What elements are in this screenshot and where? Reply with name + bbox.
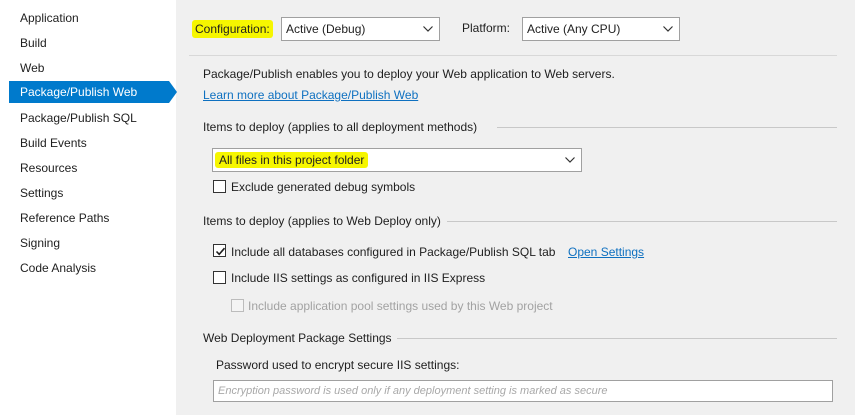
include-app-pool-label: Include application pool settings used b… (248, 299, 553, 313)
sidebar-item-code-analysis[interactable]: Code Analysis (9, 257, 169, 279)
sidebar-item-package-publish-sql[interactable]: Package/Publish SQL (9, 107, 169, 129)
active-item-pointer (169, 81, 177, 103)
intro-description: Package/Publish enables you to deploy yo… (203, 67, 615, 81)
include-iis-settings-label: Include IIS settings as configured in II… (231, 271, 486, 285)
chevron-down-icon (423, 18, 433, 40)
sidebar-item-settings[interactable]: Settings (9, 182, 169, 204)
header-divider (189, 55, 837, 56)
exclude-debug-symbols-label: Exclude generated debug symbols (231, 180, 416, 194)
sidebar-item-build-events[interactable]: Build Events (9, 132, 169, 154)
platform-label: Platform: (462, 21, 511, 35)
package-settings-heading: Web Deployment Package Settings (203, 331, 392, 345)
items-all-divider (497, 127, 837, 128)
items-to-deploy-value: All files in this project folder (215, 152, 369, 168)
platform-value: Active (Any CPU) (527, 22, 621, 36)
chevron-down-icon (565, 149, 575, 171)
sidebar-item-package-publish-web[interactable]: Package/Publish Web (9, 81, 169, 103)
sidebar-item-application[interactable]: Application (9, 7, 169, 29)
configuration-label: Configuration: (192, 20, 273, 38)
platform-dropdown[interactable]: Active (Any CPU) (522, 17, 680, 41)
include-iis-settings-checkbox[interactable] (213, 271, 226, 284)
sidebar-item-web[interactable]: Web (9, 57, 169, 79)
sidebar-item-build[interactable]: Build (9, 32, 169, 54)
include-databases-label: Include all databases configured in Pack… (231, 245, 556, 259)
items-webdeploy-divider (447, 221, 837, 222)
chevron-down-icon (663, 18, 673, 40)
items-webdeploy-heading: Items to deploy (applies to Web Deploy o… (203, 214, 441, 228)
package-settings-divider (397, 338, 837, 339)
learn-more-link[interactable]: Learn more about Package/Publish Web (203, 88, 418, 102)
items-to-deploy-dropdown[interactable]: All files in this project folder (212, 148, 582, 172)
project-properties-sidebar: Application Build Web Package/Publish We… (0, 0, 177, 415)
configuration-dropdown[interactable]: Active (Debug) (281, 17, 440, 41)
package-publish-web-pane: Configuration: Active (Debug) Platform: … (177, 0, 855, 415)
items-all-heading: Items to deploy (applies to all deployme… (203, 120, 478, 134)
configuration-value: Active (Debug) (286, 22, 366, 36)
include-databases-checkbox[interactable] (213, 244, 226, 257)
sidebar-item-signing[interactable]: Signing (9, 232, 169, 254)
sidebar-item-resources[interactable]: Resources (9, 157, 169, 179)
password-label: Password used to encrypt secure IIS sett… (216, 358, 460, 372)
sidebar-item-reference-paths[interactable]: Reference Paths (9, 207, 169, 229)
include-app-pool-checkbox (231, 299, 244, 312)
exclude-debug-symbols-checkbox[interactable] (213, 180, 226, 193)
checkmark-icon (215, 247, 226, 256)
encryption-password-input[interactable] (213, 380, 833, 402)
open-settings-link[interactable]: Open Settings (568, 245, 644, 259)
